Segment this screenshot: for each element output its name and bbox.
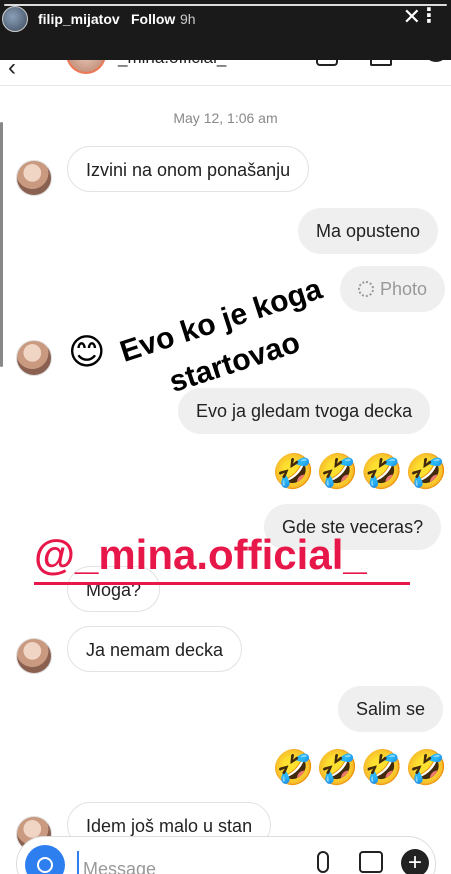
follow-button[interactable]: Follow [131, 11, 175, 27]
message-outgoing[interactable]: Salim se [338, 686, 444, 732]
gallery-icon[interactable] [359, 851, 383, 873]
plus-icon[interactable]: + [401, 849, 429, 874]
message-outgoing-emoji[interactable]: 🤣🤣🤣🤣 [272, 748, 449, 788]
message-input[interactable]: Message [83, 859, 156, 874]
info-icon[interactable] [424, 60, 448, 62]
video-call-icon[interactable] [316, 60, 338, 66]
chat-header-avatar[interactable] [66, 60, 106, 74]
back-arrow-icon[interactable]: ‹ [8, 60, 16, 82]
message-outgoing-emoji[interactable]: 🤣🤣🤣🤣 [272, 452, 449, 492]
message-incoming[interactable]: Ja nemam decka [67, 626, 243, 672]
text-caret [77, 851, 79, 874]
story-time: 9h [180, 11, 196, 27]
sender-avatar[interactable] [16, 340, 52, 376]
mention-sticker[interactable]: @_mina.official_ [34, 530, 367, 580]
photo-label: Photo [380, 279, 428, 299]
chat-header-name[interactable]: _mina.official_ [118, 60, 226, 68]
chat-screenshot: ‹ _mina.official_ May 12, 1:06 am Izvini… [0, 60, 451, 874]
story-header: filip_mijatov Follow 9h ✕ ⋮ [0, 0, 451, 60]
sender-avatar[interactable] [16, 160, 52, 196]
story-username[interactable]: filip_mijatov [38, 11, 120, 27]
story-progress-bar [4, 4, 447, 6]
camera-icon[interactable] [25, 845, 65, 874]
message-incoming[interactable]: Izvini na onom ponašanju [67, 146, 310, 192]
chat-timestamp: May 12, 1:06 am [173, 110, 278, 126]
chat-topbar: ‹ _mina.official_ [0, 60, 451, 86]
message-input-bar: Message + [16, 836, 436, 874]
story-avatar[interactable] [2, 6, 28, 32]
message-outgoing[interactable]: Ma opusteno [298, 208, 439, 254]
flag-icon[interactable] [370, 60, 392, 66]
microphone-icon[interactable] [317, 851, 329, 873]
sender-avatar[interactable] [16, 638, 52, 674]
scrollbar[interactable] [0, 122, 3, 367]
mention-underline [34, 582, 410, 585]
more-vertical-icon[interactable]: ⋮ [419, 6, 439, 26]
message-outgoing[interactable]: Evo ja gledam tvoga decka [178, 388, 431, 434]
